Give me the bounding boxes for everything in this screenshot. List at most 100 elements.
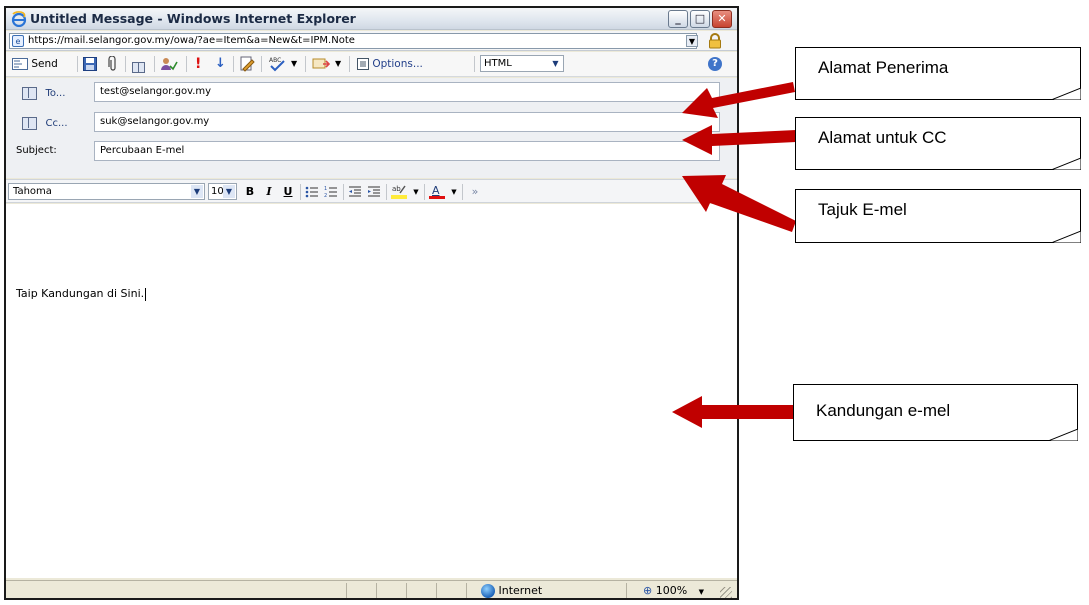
numbered-list-icon[interactable]: 12 bbox=[324, 185, 338, 199]
flag-icon[interactable] bbox=[312, 56, 330, 72]
address-field[interactable]: e https://mail.selangor.gov.my/owa/?ae=I… bbox=[9, 33, 698, 49]
body-text-content: Taip Kandungan di Sini. bbox=[16, 287, 145, 300]
zoom-label: 100% bbox=[655, 584, 688, 597]
bullet-list-icon[interactable] bbox=[305, 185, 319, 199]
zoom-icon: ⊕ bbox=[643, 584, 653, 597]
callout-fold bbox=[1051, 231, 1081, 243]
globe-icon bbox=[481, 584, 495, 598]
check-names-icon[interactable] bbox=[160, 56, 178, 72]
body-text: Taip Kandungan di Sini. bbox=[16, 287, 147, 301]
toolbar-divider bbox=[77, 56, 78, 72]
underline-button[interactable]: U bbox=[280, 184, 296, 200]
callout-subject-text: Tajuk E-mel bbox=[818, 200, 907, 219]
cc-button[interactable]: Cc... bbox=[22, 116, 68, 130]
spell-check-icon[interactable]: ABC bbox=[268, 55, 286, 72]
options-icon bbox=[357, 58, 369, 70]
font-size-select[interactable]: 10 ▼ bbox=[208, 183, 237, 200]
zoom-control[interactable]: ⊕ 100% ▼ bbox=[626, 583, 716, 598]
more-options-icon[interactable]: » bbox=[467, 184, 483, 200]
browser-window: Untitled Message - Windows Internet Expl… bbox=[4, 6, 739, 600]
text-caret bbox=[145, 287, 147, 301]
address-book-icon bbox=[22, 86, 37, 100]
highlight-icon[interactable]: ab bbox=[391, 183, 407, 200]
maximize-button[interactable]: □ bbox=[690, 10, 710, 28]
callout-fold bbox=[1048, 429, 1078, 441]
svg-text:1: 1 bbox=[324, 186, 327, 192]
callout-cc: Alamat untuk CC bbox=[795, 117, 1081, 170]
svg-text:A: A bbox=[432, 184, 440, 197]
highlight-dropdown-icon[interactable]: ▼ bbox=[408, 184, 424, 200]
to-label: To... bbox=[45, 88, 66, 99]
subject-label: Subject: bbox=[16, 145, 57, 156]
importance-high-icon[interactable]: ! bbox=[195, 56, 201, 72]
address-text: https://mail.selangor.gov.my/owa/?ae=Ite… bbox=[28, 35, 355, 46]
svg-text:ABC: ABC bbox=[269, 57, 281, 64]
address-bar: e https://mail.selangor.gov.my/owa/?ae=I… bbox=[6, 31, 737, 51]
importance-low-icon[interactable]: ↓ bbox=[215, 56, 226, 72]
message-header: To... test@selangor.gov.my Cc... suk@sel… bbox=[6, 78, 737, 178]
send-icon bbox=[12, 58, 28, 70]
send-button[interactable]: Send bbox=[12, 56, 58, 72]
message-body[interactable]: Taip Kandungan di Sini. bbox=[6, 204, 737, 578]
decrease-indent-icon[interactable] bbox=[348, 185, 362, 199]
compose-toolbar: Send ! ↓ ABC ▼ ▼ Options... HTML ▼ ? bbox=[6, 52, 737, 77]
font-select[interactable]: Tahoma ▼ bbox=[8, 183, 205, 200]
format-select[interactable]: HTML ▼ bbox=[480, 55, 564, 72]
increase-indent-icon[interactable] bbox=[367, 185, 381, 199]
to-field[interactable]: test@selangor.gov.my bbox=[94, 82, 720, 102]
page-icon: e bbox=[12, 35, 24, 47]
font-color-dropdown-icon[interactable]: ▼ bbox=[446, 184, 462, 200]
italic-button[interactable]: I bbox=[261, 184, 277, 200]
cc-label: Cc... bbox=[45, 118, 68, 129]
to-button[interactable]: To... bbox=[22, 86, 65, 100]
internet-explorer-icon bbox=[11, 11, 27, 27]
cc-field[interactable]: suk@selangor.gov.my bbox=[94, 112, 720, 132]
callout-recipient: Alamat Penerima bbox=[795, 47, 1081, 100]
status-cell bbox=[436, 583, 466, 598]
spell-dropdown-icon[interactable]: ▼ bbox=[291, 56, 297, 72]
toolbar-divider bbox=[343, 184, 344, 200]
chevron-down-icon: ▼ bbox=[191, 185, 203, 198]
address-book-icon[interactable] bbox=[132, 61, 145, 73]
minimize-button[interactable]: _ bbox=[668, 10, 688, 28]
resize-grip[interactable] bbox=[720, 587, 732, 598]
close-button[interactable]: ✕ bbox=[712, 10, 732, 28]
lock-icon[interactable] bbox=[707, 33, 723, 49]
flag-dropdown-icon[interactable]: ▼ bbox=[335, 56, 341, 72]
chevron-down-icon: ▼ bbox=[552, 59, 559, 68]
window-title: Untitled Message - Windows Internet Expl… bbox=[30, 11, 356, 26]
status-cell bbox=[406, 583, 436, 598]
toolbar-divider bbox=[186, 56, 187, 72]
attach-icon[interactable] bbox=[108, 56, 118, 72]
options-button[interactable]: Options... bbox=[357, 56, 423, 72]
title-bar[interactable]: Untitled Message - Windows Internet Expl… bbox=[6, 8, 737, 30]
callout-fold bbox=[1051, 88, 1081, 100]
callout-fold bbox=[1051, 158, 1081, 170]
toolbar-divider bbox=[261, 56, 262, 72]
status-cell bbox=[346, 583, 376, 598]
status-cell bbox=[376, 583, 406, 598]
toolbar-divider bbox=[349, 56, 350, 72]
format-value: HTML bbox=[484, 58, 512, 69]
font-color-icon[interactable]: A bbox=[429, 183, 445, 200]
toolbar-divider bbox=[300, 184, 301, 200]
toolbar-divider bbox=[424, 184, 425, 200]
toolbar-divider bbox=[233, 56, 234, 72]
status-bar: Internet ⊕ 100% ▼ bbox=[6, 580, 737, 598]
chevron-down-icon[interactable]: ▼ bbox=[686, 35, 698, 47]
toolbar-divider bbox=[474, 56, 475, 72]
callout-subject: Tajuk E-mel bbox=[795, 189, 1081, 243]
save-icon[interactable] bbox=[83, 57, 97, 71]
toolbar-divider bbox=[462, 184, 463, 200]
message-options-icon[interactable] bbox=[239, 56, 255, 72]
bold-button[interactable]: B bbox=[242, 184, 258, 200]
callout-body-text: Kandungan e-mel bbox=[816, 401, 951, 420]
send-label: Send bbox=[31, 58, 58, 70]
toolbar-divider bbox=[305, 56, 306, 72]
help-icon[interactable]: ? bbox=[708, 57, 722, 71]
security-zone[interactable]: Internet bbox=[466, 583, 626, 598]
toolbar-divider bbox=[386, 184, 387, 200]
svg-text:2: 2 bbox=[324, 193, 327, 199]
toolbar-divider bbox=[154, 56, 155, 72]
subject-field[interactable]: Percubaan E-mel bbox=[94, 141, 720, 161]
